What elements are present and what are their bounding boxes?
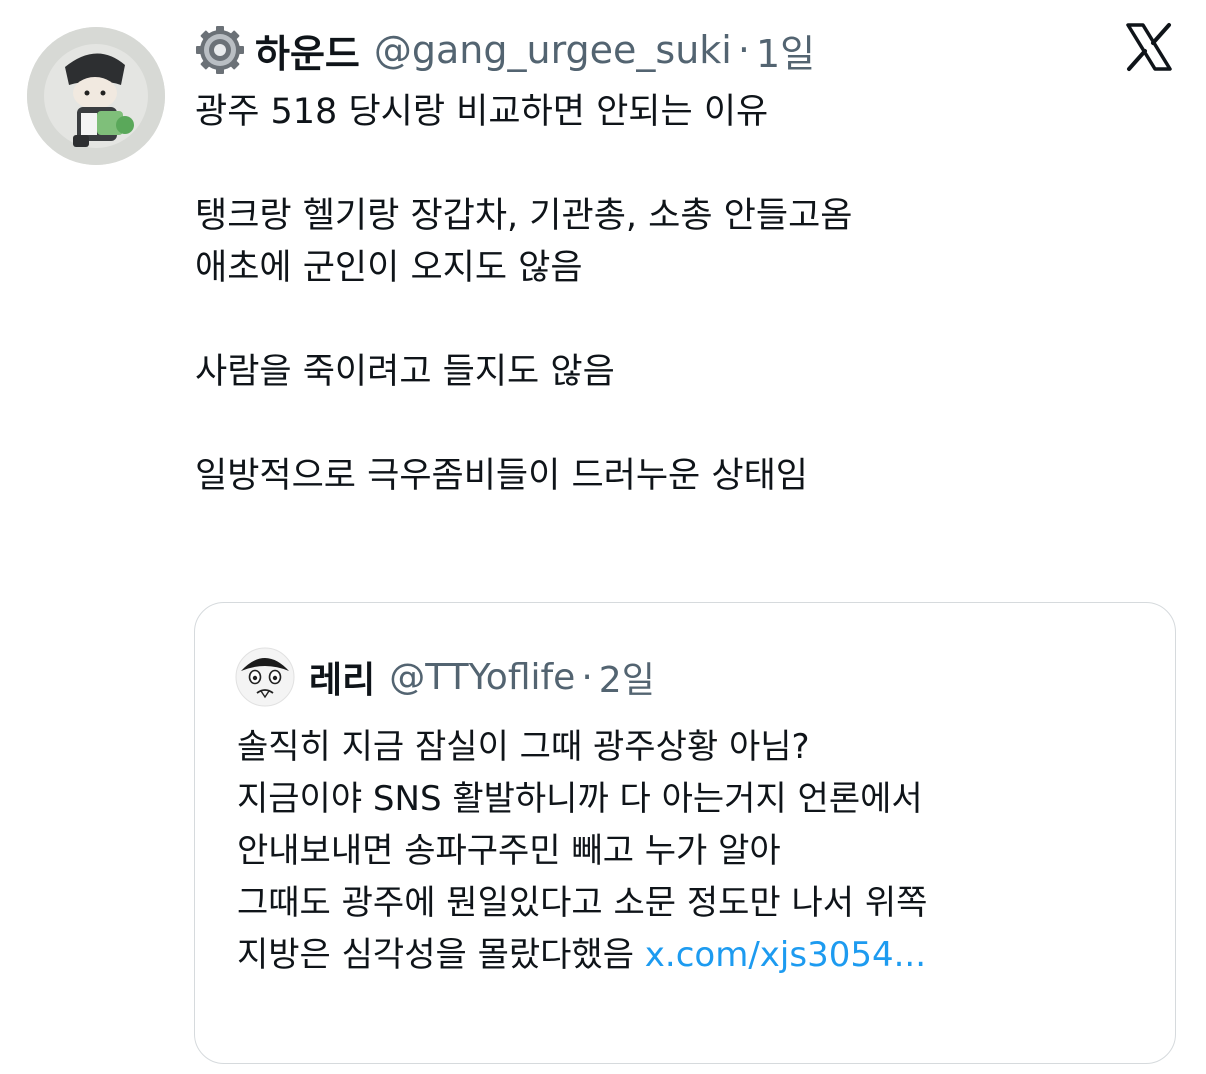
user-handle[interactable]: @gang_urgee_suki — [374, 28, 732, 72]
quoted-user-handle[interactable]: @TTYoflife — [389, 657, 575, 698]
avatar-illustration — [27, 27, 165, 165]
timestamp[interactable]: 1일 — [756, 23, 815, 78]
avatar[interactable] — [27, 27, 165, 165]
quoted-tweet[interactable]: 레리 @TTYoflife · 2일 솔직히 지금 잠실이 그때 광주상황 아님… — [194, 602, 1176, 1064]
gear-icon — [196, 26, 244, 74]
quoted-timestamp[interactable]: 2일 — [599, 651, 655, 703]
tweet-text: 광주 518 당시랑 비교하면 안되는 이유 탱크랑 헬기랑 장갑차, 기관총,… — [195, 92, 853, 496]
quoted-separator-dot: · — [581, 656, 593, 698]
quoted-tweet-header: 레리 @TTYoflife · 2일 — [235, 647, 655, 707]
x-logo-icon[interactable] — [1124, 22, 1174, 72]
quoted-avatar[interactable] — [235, 647, 295, 707]
quoted-tweet-link[interactable]: x.com/xjs3054... — [645, 935, 926, 975]
quoted-tweet-text: 솔직히 지금 잠실이 그때 광주상황 아님? 지금이야 SNS 활발하니까 다 … — [237, 721, 1157, 981]
display-name[interactable]: 하운드 — [255, 23, 360, 78]
separator-dot: · — [737, 28, 750, 72]
tweet-header: 하운드 @gang_urgee_suki · 1일 — [195, 22, 815, 78]
quoted-display-name[interactable]: 레리 — [309, 651, 375, 703]
